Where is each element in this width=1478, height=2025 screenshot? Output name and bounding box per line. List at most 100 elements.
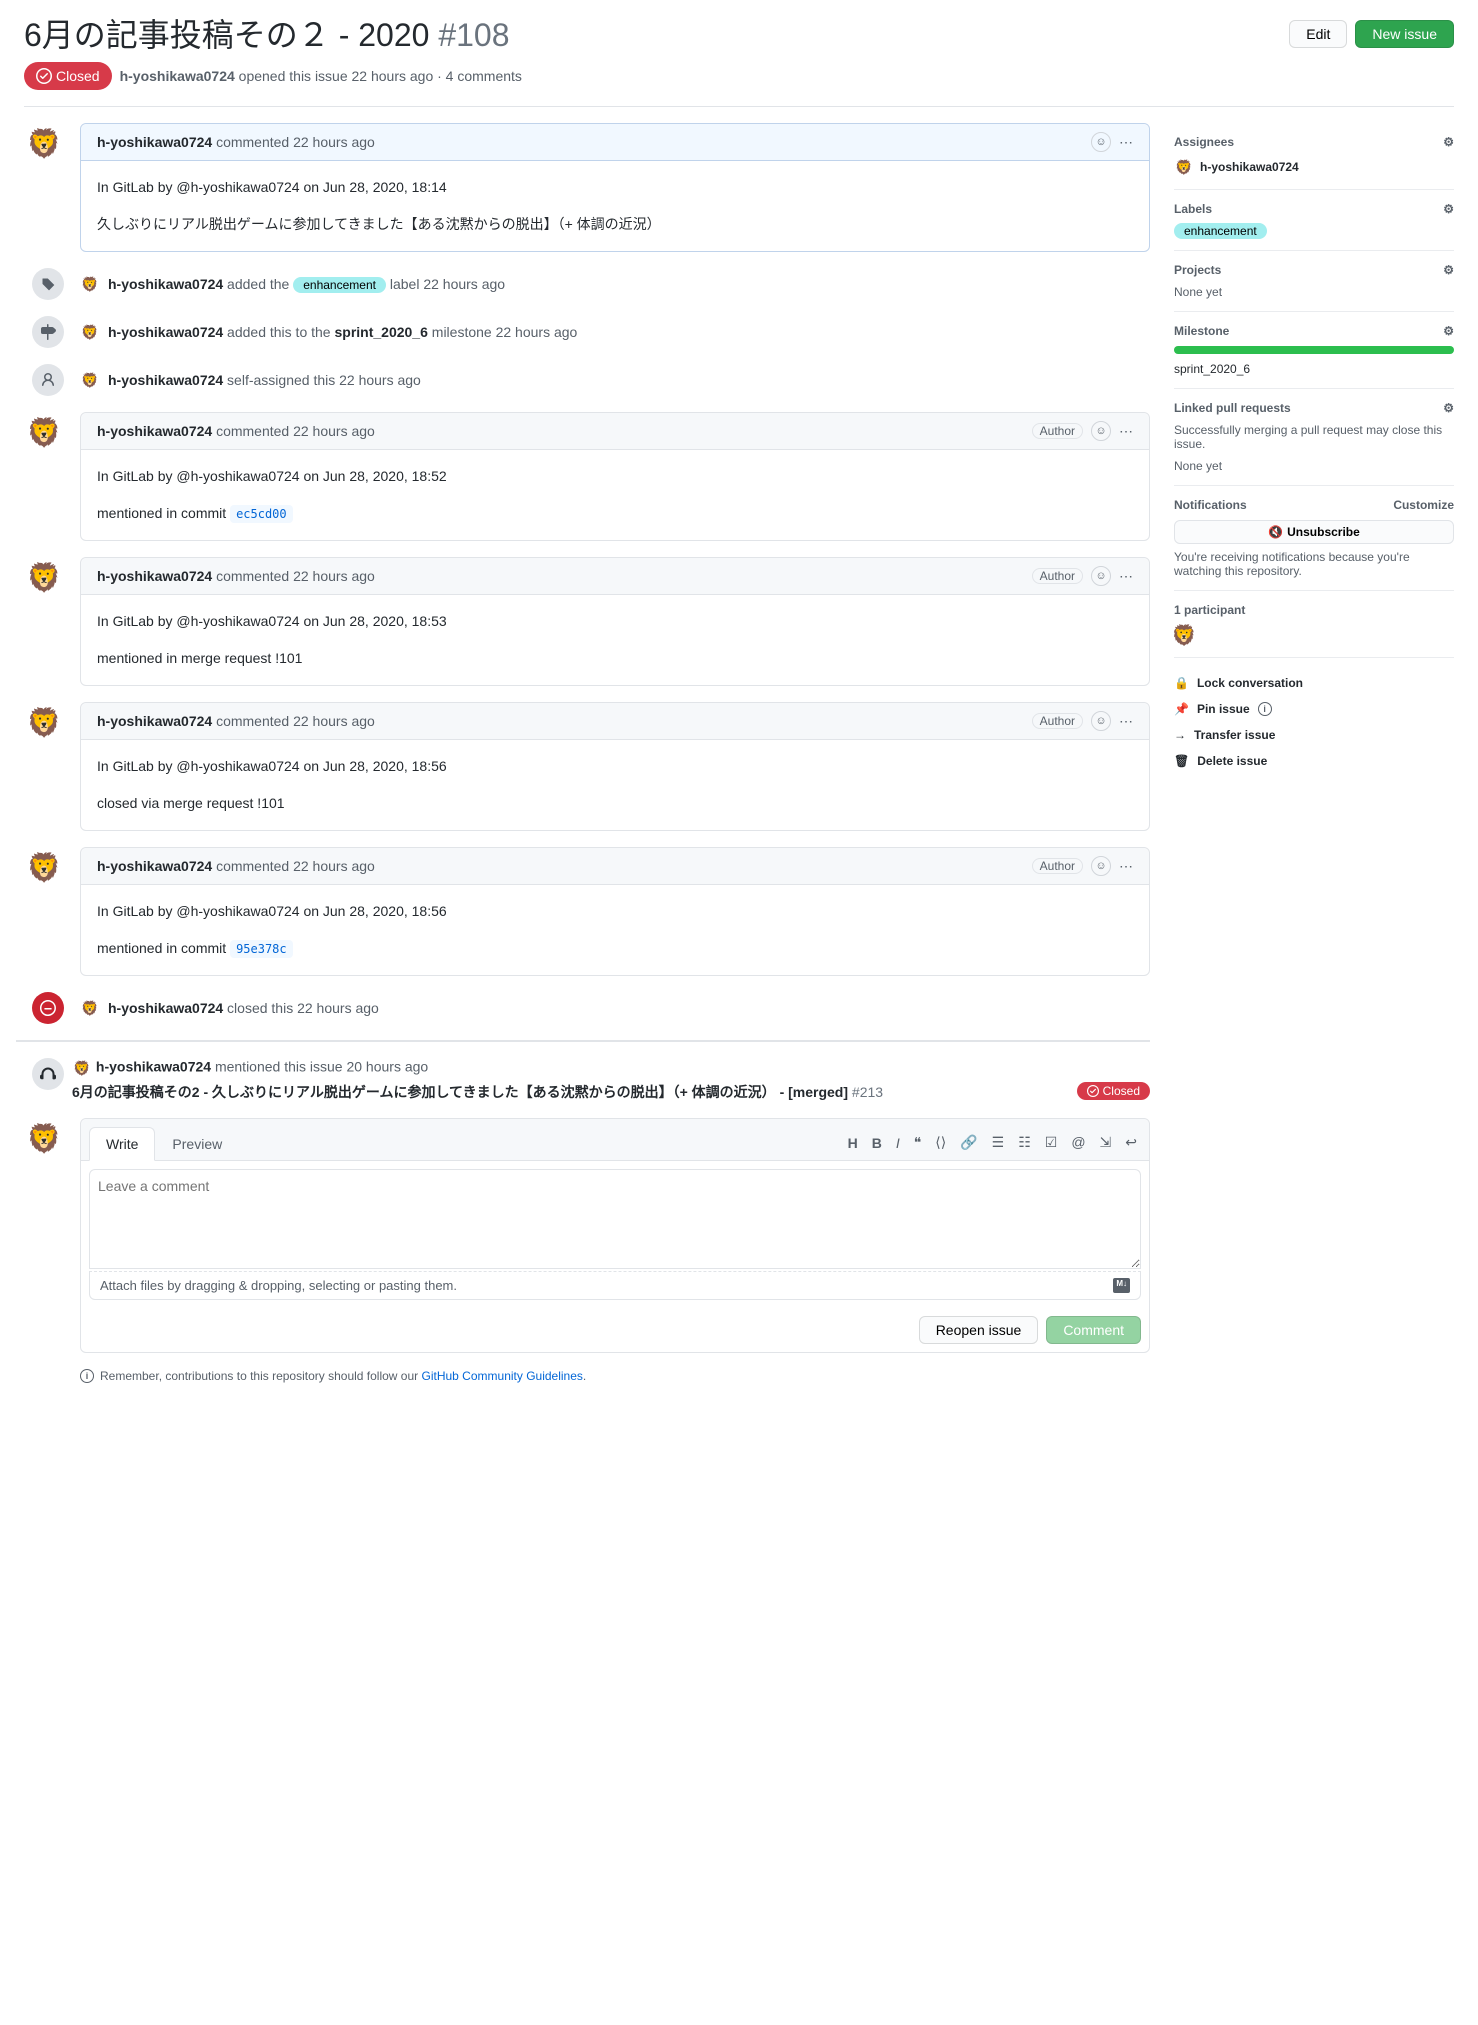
person-icon: [32, 364, 64, 396]
edit-button[interactable]: Edit: [1289, 20, 1347, 48]
react-button[interactable]: ☺: [1091, 421, 1111, 441]
sidebar: Assignees⚙ 🦁h-yoshikawa0724 Labels⚙ enha…: [1174, 123, 1454, 1391]
label-enhancement[interactable]: enhancement: [293, 277, 386, 293]
comment-button[interactable]: Comment: [1046, 1316, 1141, 1344]
avatar[interactable]: 🦁: [24, 557, 64, 597]
guidelines-link[interactable]: GitHub Community Guidelines: [422, 1369, 583, 1383]
tasks-icon[interactable]: ☑: [1045, 1134, 1058, 1151]
assignee-user[interactable]: 🦁h-yoshikawa0724: [1174, 157, 1454, 177]
event-user[interactable]: h-yoshikawa0724: [108, 372, 223, 388]
event-user[interactable]: h-yoshikawa0724: [108, 1000, 223, 1016]
code-icon[interactable]: ⟨⟩: [935, 1134, 946, 1151]
comment-header: h-yoshikawa0724 commented 22 hours ago A…: [81, 703, 1149, 740]
milestone-link[interactable]: sprint_2020_6: [334, 324, 427, 340]
mention-icon[interactable]: @: [1071, 1134, 1085, 1151]
kebab-icon[interactable]: ⋯: [1119, 134, 1133, 151]
divider: [16, 1040, 1150, 1042]
react-button[interactable]: ☺: [1091, 132, 1111, 152]
unsubscribe-button[interactable]: 🔇Unsubscribe: [1174, 520, 1454, 544]
transfer-issue[interactable]: →Transfer issue: [1174, 722, 1454, 748]
gear-icon[interactable]: ⚙: [1443, 135, 1454, 149]
pin-issue[interactable]: 📌Pin issue i: [1174, 696, 1454, 722]
react-button[interactable]: ☺: [1091, 566, 1111, 586]
attach-hint[interactable]: Attach files by dragging & dropping, sel…: [89, 1271, 1141, 1300]
comment-body: In GitLab by @h-yoshikawa0724 on Jun 28,…: [81, 885, 1149, 975]
ol-icon[interactable]: ☷: [1018, 1134, 1031, 1151]
closed-icon: [32, 992, 64, 1024]
avatar[interactable]: 🦁: [80, 998, 100, 1018]
gear-icon[interactable]: ⚙: [1443, 263, 1454, 277]
sidebar-projects: Projects⚙ None yet: [1174, 251, 1454, 312]
kebab-icon[interactable]: ⋯: [1119, 858, 1133, 875]
event-user[interactable]: h-yoshikawa0724: [108, 276, 223, 292]
comment-author[interactable]: h-yoshikawa0724: [97, 713, 212, 729]
event-closed: 🦁 h-yoshikawa0724 closed this 22 hours a…: [80, 992, 1150, 1024]
comment-author[interactable]: h-yoshikawa0724: [97, 858, 212, 874]
avatar[interactable]: 🦁: [80, 274, 100, 294]
arrow-right-icon: →: [1174, 728, 1186, 742]
customize-link[interactable]: Customize: [1393, 498, 1454, 512]
toolbar: H B I ❝ ⟨⟩ 🔗 ☰ ☷ ☑ @ ⇲ ↩: [844, 1127, 1141, 1160]
opened-by[interactable]: h-yoshikawa0724: [120, 68, 235, 84]
ul-icon[interactable]: ☰: [992, 1134, 1005, 1151]
tab-preview[interactable]: Preview: [155, 1127, 239, 1161]
avatar[interactable]: 🦁: [24, 412, 64, 452]
issue-number: #108: [438, 17, 509, 53]
comment-author[interactable]: h-yoshikawa0724: [97, 134, 212, 150]
commit-ref[interactable]: 95e378c: [230, 940, 293, 958]
ref-icon[interactable]: ⇲: [1100, 1134, 1112, 1151]
info-icon: i: [80, 1369, 94, 1383]
italic-icon[interactable]: I: [896, 1135, 900, 1151]
heading-icon[interactable]: H: [848, 1135, 858, 1151]
sidebar-assignees: Assignees⚙ 🦁h-yoshikawa0724: [1174, 123, 1454, 190]
avatar[interactable]: 🦁: [80, 322, 100, 342]
pin-icon: 📌: [1174, 702, 1189, 716]
tab-write[interactable]: Write: [89, 1127, 155, 1161]
info-icon[interactable]: i: [1258, 702, 1272, 716]
avatar[interactable]: 🦁: [72, 1058, 92, 1078]
comment-header: h-yoshikawa0724 commented 22 hours ago ☺…: [81, 124, 1149, 161]
ref-title[interactable]: 6月の記事投稿その2 - 久しぶりにリアル脱出ゲームに参加してきました【ある沈黙…: [72, 1082, 1065, 1102]
avatar[interactable]: 🦁: [24, 123, 64, 163]
avatar[interactable]: 🦁: [24, 847, 64, 887]
comment-header: h-yoshikawa0724 commented 22 hours ago A…: [81, 558, 1149, 595]
commit-ref[interactable]: ec5cd00: [230, 505, 293, 523]
timeline-comment: 🦁 h-yoshikawa0724 commented 22 hours ago…: [24, 702, 1150, 831]
avatar[interactable]: 🦁: [24, 1118, 64, 1158]
event-labeled: 🦁 h-yoshikawa0724 added the enhancement …: [80, 268, 1150, 300]
new-issue-button[interactable]: New issue: [1355, 20, 1454, 48]
lock-icon: 🔒: [1174, 676, 1189, 690]
kebab-icon[interactable]: ⋯: [1119, 568, 1133, 585]
reply-icon[interactable]: ↩: [1125, 1134, 1137, 1151]
react-button[interactable]: ☺: [1091, 856, 1111, 876]
ref-user[interactable]: h-yoshikawa0724: [96, 1059, 211, 1075]
delete-issue[interactable]: 🗑Delete issue: [1174, 748, 1454, 774]
kebab-icon[interactable]: ⋯: [1119, 423, 1133, 440]
comment-body: In GitLab by @h-yoshikawa0724 on Jun 28,…: [81, 161, 1149, 251]
avatar[interactable]: 🦁: [80, 370, 100, 390]
react-button[interactable]: ☺: [1091, 711, 1111, 731]
bold-icon[interactable]: B: [872, 1135, 882, 1151]
meta-text: h-yoshikawa0724 opened this issue 22 hou…: [120, 68, 522, 84]
sidebar-labels: Labels⚙ enhancement: [1174, 190, 1454, 251]
milestone-link[interactable]: sprint_2020_6: [1174, 362, 1454, 376]
reopen-button[interactable]: Reopen issue: [919, 1316, 1039, 1344]
comment-textarea[interactable]: [89, 1169, 1141, 1269]
lock-conversation[interactable]: 🔒Lock conversation: [1174, 670, 1454, 696]
gear-icon[interactable]: ⚙: [1443, 324, 1454, 338]
gear-icon[interactable]: ⚙: [1443, 202, 1454, 216]
milestone-progress: [1174, 346, 1454, 354]
comment-author[interactable]: h-yoshikawa0724: [97, 423, 212, 439]
comment-box: h-yoshikawa0724 commented 22 hours ago A…: [80, 557, 1150, 686]
event-user[interactable]: h-yoshikawa0724: [108, 324, 223, 340]
comment-author[interactable]: h-yoshikawa0724: [97, 568, 212, 584]
gear-icon[interactable]: ⚙: [1443, 401, 1454, 415]
quote-icon[interactable]: ❝: [914, 1134, 922, 1151]
link-icon[interactable]: 🔗: [960, 1134, 977, 1151]
label-enhancement[interactable]: enhancement: [1174, 223, 1267, 239]
avatar[interactable]: 🦁: [24, 702, 64, 742]
markdown-icon[interactable]: M↓: [1113, 1278, 1130, 1293]
timeline-comment: 🦁 h-yoshikawa0724 commented 22 hours ago…: [24, 557, 1150, 686]
kebab-icon[interactable]: ⋯: [1119, 713, 1133, 730]
participant-avatar[interactable]: 🦁: [1174, 625, 1194, 645]
